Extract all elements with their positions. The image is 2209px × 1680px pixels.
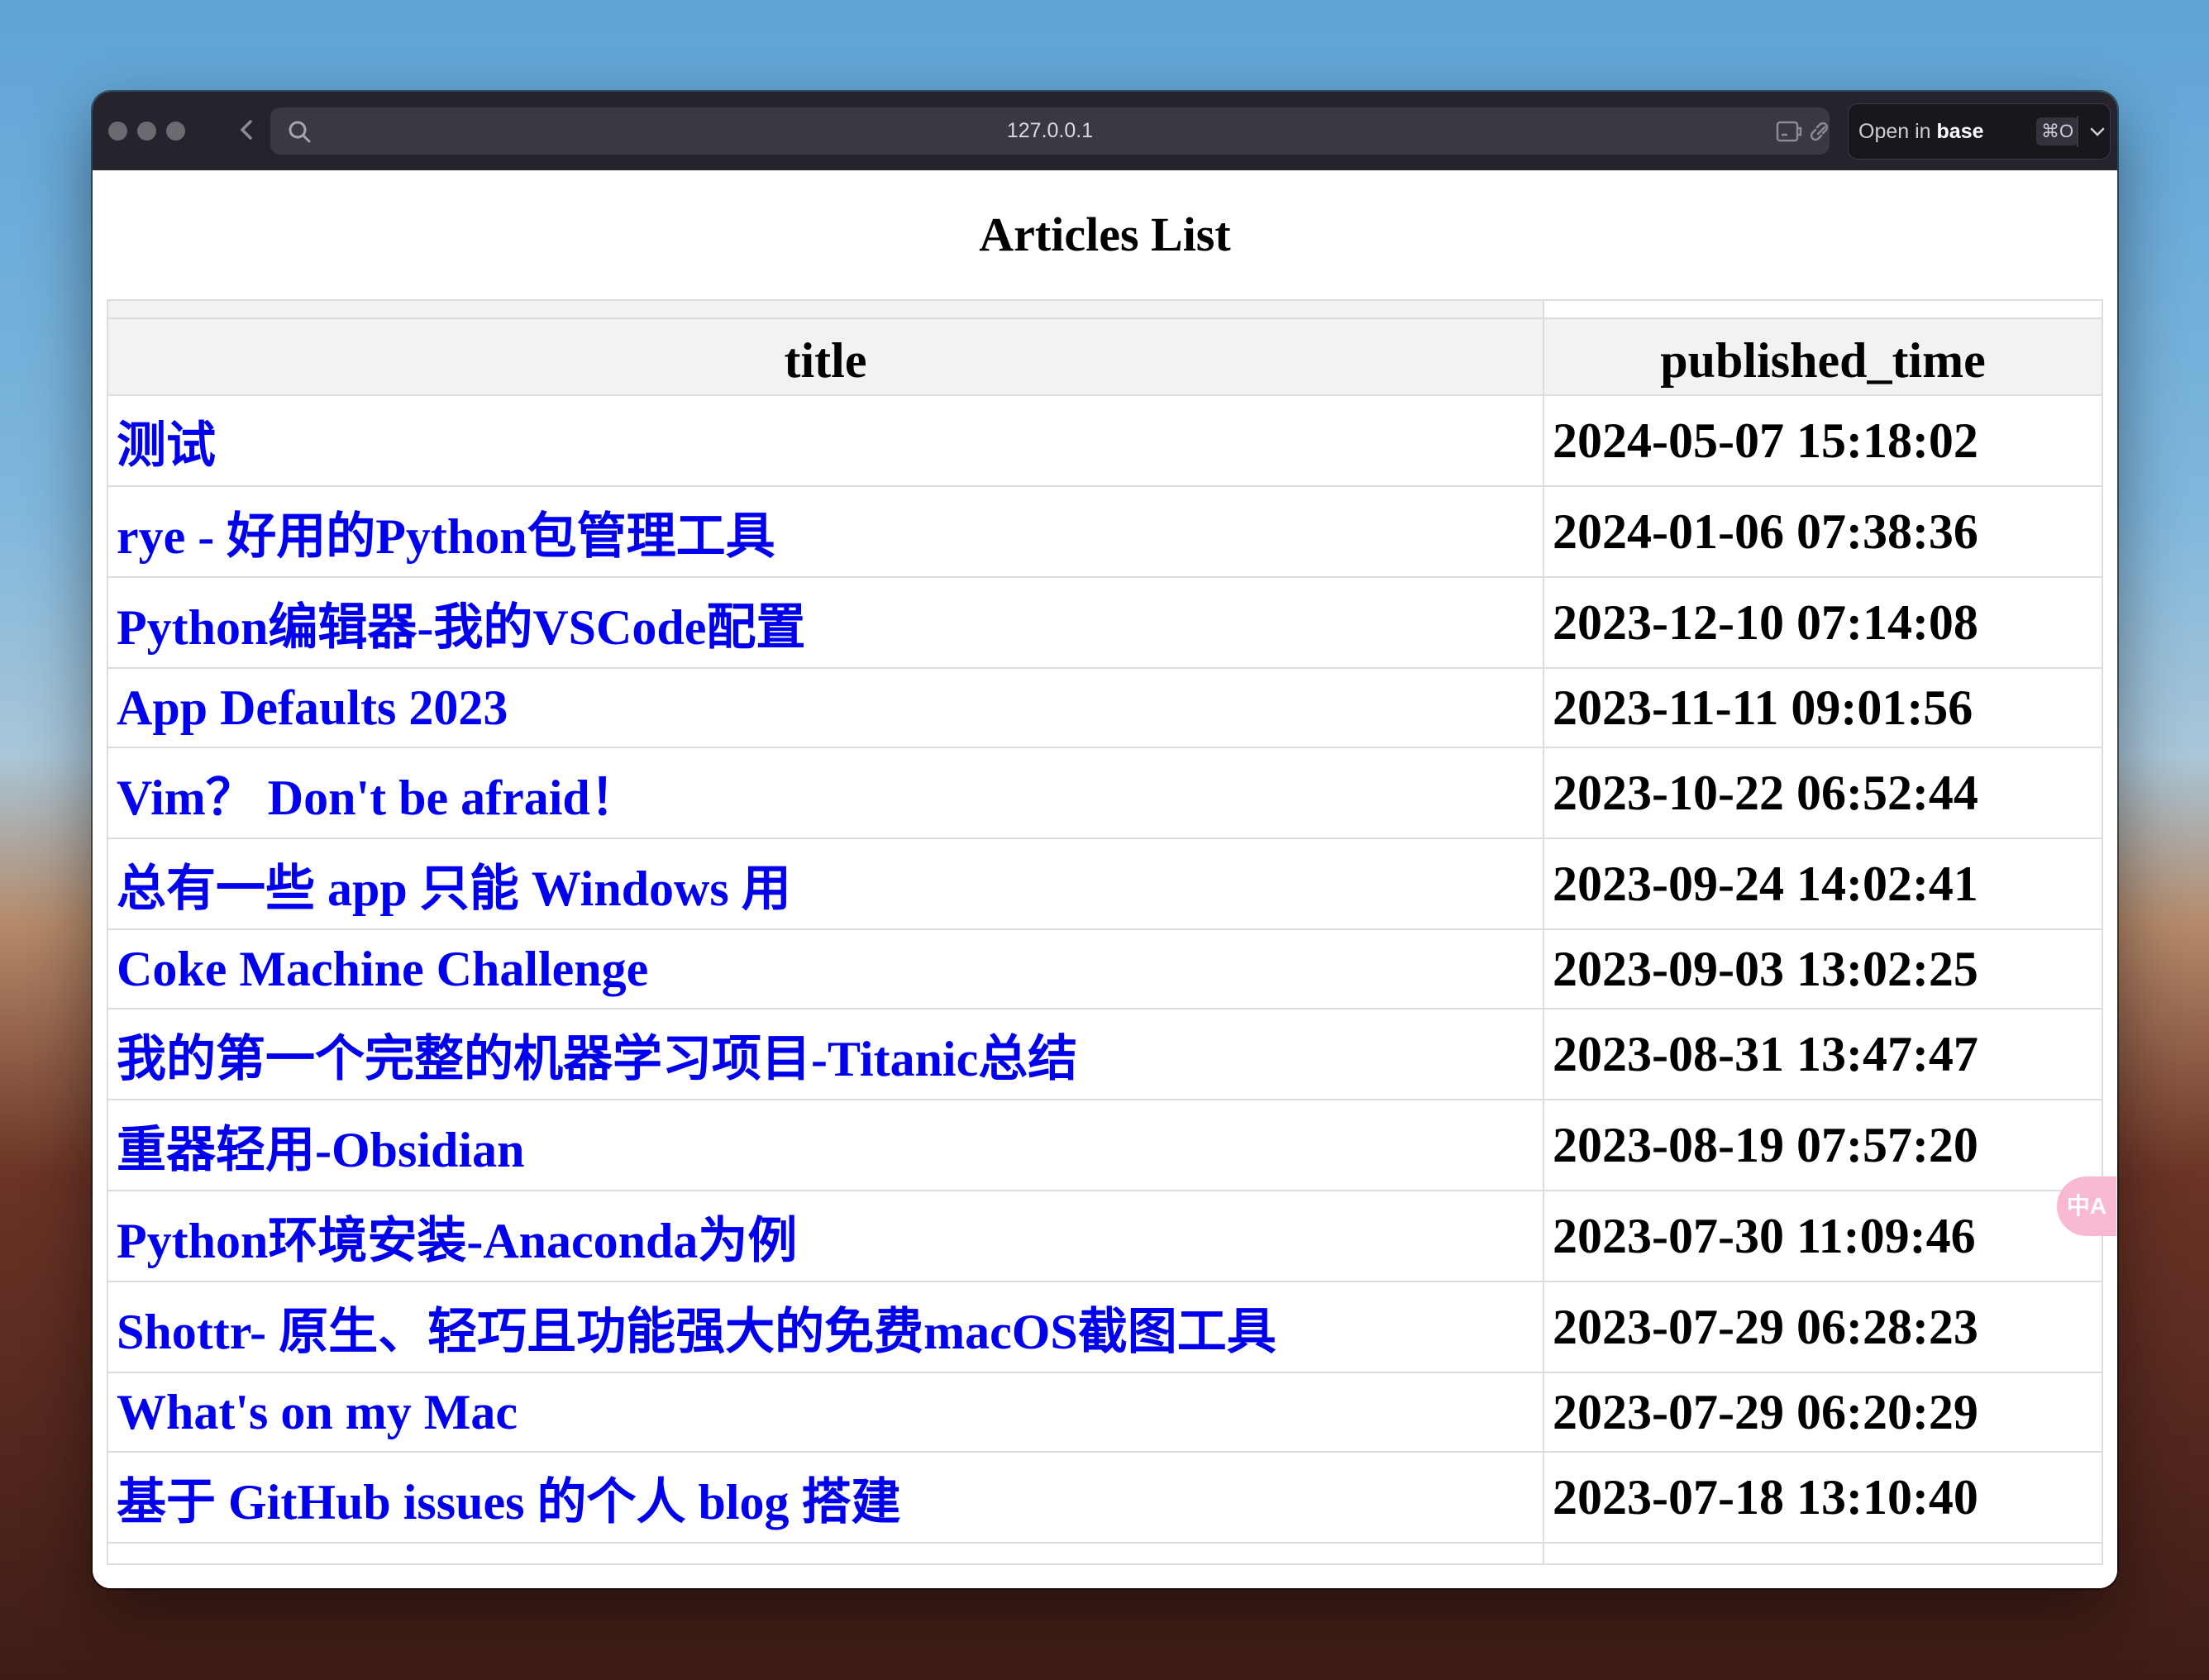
- table-row: App Defaults 2023 2023-11-11 09:01:56: [107, 667, 2103, 748]
- article-title-link[interactable]: Python环境安装-Anaconda为例: [107, 1190, 1544, 1282]
- table-row: 基于 GitHub issues 的个人 blog 搭建 2023-07-18 1…: [107, 1451, 2103, 1544]
- article-title-link[interactable]: 总有一些 app 只能 Windows 用: [107, 838, 1544, 930]
- table-row: rye - 好用的Python包管理工具 2024-01-06 07:38:36: [107, 485, 2103, 578]
- chevron-down-icon[interactable]: [2088, 122, 2106, 141]
- table-spacer-row: [107, 299, 2103, 319]
- published-time: 2023-09-24 14:02:41: [1543, 838, 2103, 930]
- published-time: 2023-11-11 09:01:56: [1543, 667, 2103, 748]
- extension-icon[interactable]: [1775, 119, 1803, 144]
- published-time: 2023-08-19 07:57:20: [1543, 1099, 2103, 1191]
- table-spacer-row: [107, 1542, 2103, 1565]
- page-content: Articles List title published_time 测试 202…: [93, 170, 2117, 1588]
- table-row: What's on my Mac 2023-07-29 06:20:29: [107, 1372, 2103, 1453]
- published-time: 2023-07-29 06:28:23: [1543, 1281, 2103, 1373]
- article-title-link[interactable]: Python编辑器-我的VSCode配置: [107, 576, 1544, 669]
- browser-window: 127.0.0.1 Open in base ⌘O Articles List …: [93, 92, 2117, 1588]
- open-in-label: Open in base: [1858, 120, 1984, 143]
- published-time: 2023-08-31 13:47:47: [1543, 1008, 2103, 1100]
- column-header-title: title: [107, 317, 1544, 396]
- table-row: Coke Machine Challenge 2023-09-03 13:02:2…: [107, 928, 2103, 1009]
- article-title-link[interactable]: Vim？ Don't be afraid！: [107, 747, 1544, 839]
- address-bar[interactable]: 127.0.0.1: [270, 107, 1830, 155]
- back-chevron-icon[interactable]: [229, 112, 265, 148]
- table-header-row: title published_time: [107, 317, 2103, 396]
- column-header-published-time: published_time: [1543, 317, 2103, 396]
- page-title: Articles List: [979, 208, 1231, 261]
- minimize-window-button[interactable]: [137, 122, 156, 141]
- article-title-link[interactable]: 重器轻用-Obsidian: [107, 1099, 1544, 1191]
- table-row: Vim？ Don't be afraid！ 2023-10-22 06:52:44: [107, 747, 2103, 839]
- published-time: 2024-05-07 15:18:02: [1543, 394, 2103, 487]
- published-time: 2023-10-22 06:52:44: [1543, 747, 2103, 839]
- published-time: 2024-01-06 07:38:36: [1543, 485, 2103, 578]
- close-window-button[interactable]: [108, 122, 127, 141]
- table-row: 我的第一个完整的机器学习项目-Titanic总结 2023-08-31 13:47…: [107, 1008, 2103, 1100]
- article-title-link[interactable]: 我的第一个完整的机器学习项目-Titanic总结: [107, 1008, 1544, 1100]
- table-row: 总有一些 app 只能 Windows 用 2023-09-24 14:02:41: [107, 838, 2103, 930]
- article-title-link[interactable]: Shottr- 原生、轻巧且功能强大的免费macOS截图工具: [107, 1281, 1544, 1373]
- article-title-link[interactable]: What's on my Mac: [107, 1372, 1544, 1453]
- link-icon[interactable]: [1806, 119, 1834, 144]
- table-row: Python环境安装-Anaconda为例 2023-07-30 11:09:46: [107, 1190, 2103, 1282]
- published-time: 2023-12-10 07:14:08: [1543, 576, 2103, 669]
- open-in-button[interactable]: Open in base ⌘O: [1848, 103, 2111, 160]
- published-time: 2023-07-29 06:20:29: [1543, 1372, 2103, 1453]
- published-time: 2023-07-30 11:09:46: [1543, 1190, 2103, 1282]
- table-row: Shottr- 原生、轻巧且功能强大的免费macOS截图工具 2023-07-29…: [107, 1281, 2103, 1373]
- table-row: 测试 2024-05-07 15:18:02: [107, 394, 2103, 487]
- table-row: 重器轻用-Obsidian 2023-08-19 07:57:20: [107, 1099, 2103, 1191]
- translate-icon[interactable]: 中A: [2057, 1176, 2116, 1236]
- shortcut-badge: ⌘O: [2036, 117, 2079, 146]
- article-title-link[interactable]: App Defaults 2023: [107, 667, 1544, 748]
- articles-table: title published_time 测试 2024-05-07 15:18:…: [107, 299, 2103, 1565]
- article-title-link[interactable]: Coke Machine Challenge: [107, 928, 1544, 1009]
- article-title-link[interactable]: rye - 好用的Python包管理工具: [107, 485, 1544, 578]
- published-time: 2023-07-18 13:10:40: [1543, 1451, 2103, 1544]
- url-text: 127.0.0.1: [1006, 119, 1094, 142]
- table-row: Python编辑器-我的VSCode配置 2023-12-10 07:14:08: [107, 576, 2103, 669]
- article-title-link[interactable]: 基于 GitHub issues 的个人 blog 搭建: [107, 1451, 1544, 1544]
- browser-toolbar: 127.0.0.1 Open in base ⌘O: [93, 92, 2117, 170]
- button-divider: [2077, 116, 2078, 147]
- published-time: 2023-09-03 13:02:25: [1543, 928, 2103, 1009]
- article-title-link[interactable]: 测试: [107, 394, 1544, 487]
- zoom-window-button[interactable]: [166, 122, 185, 141]
